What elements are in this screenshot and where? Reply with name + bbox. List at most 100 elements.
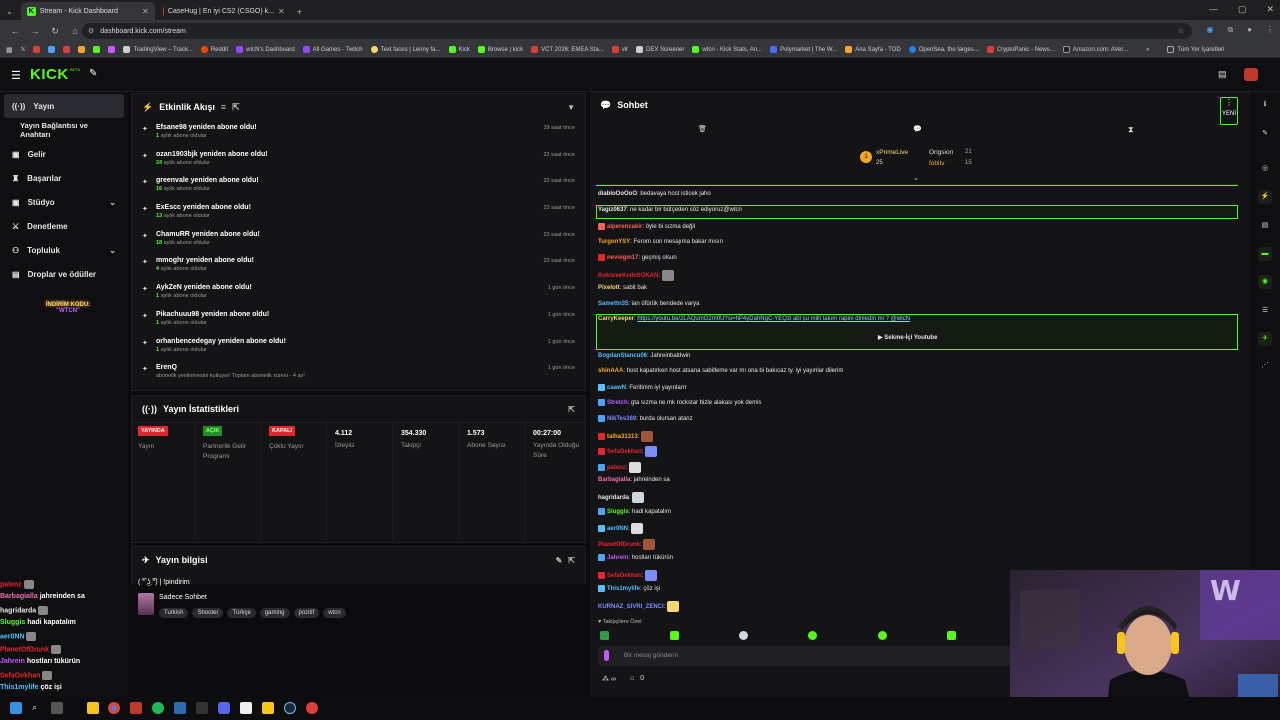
sidebar-item-studio[interactable]: ▣ Stüdyo ⌄	[0, 190, 128, 214]
app-icon[interactable]	[306, 702, 318, 714]
hamburger-menu-icon[interactable]: ☰	[11, 69, 21, 82]
bookmark-browse-kick[interactable]: Browse | kick	[477, 46, 523, 53]
chat-message[interactable]: Pixelott: sabit bak	[598, 285, 647, 291]
minimize-icon[interactable]: —	[1209, 4, 1218, 15]
expand-leaderboard-icon[interactable]: ⌄	[913, 174, 919, 182]
emote-icon[interactable]	[947, 631, 956, 640]
chat-options-button[interactable]: ⋮ YENİ	[1220, 97, 1238, 125]
address-bar[interactable]: ⚙ dashboard.kick.com/stream ☆	[82, 23, 1192, 39]
chat-mode-icon[interactable]: 💬	[913, 125, 922, 133]
bookmark-opensea[interactable]: OpenSea, the larges...	[908, 46, 979, 53]
explorer-icon[interactable]	[87, 702, 99, 714]
chat-message[interactable]: PlanetOfDrunk:	[598, 539, 656, 550]
chat-message[interactable]: palenz:	[598, 462, 642, 473]
chat-message[interactable]: Yagiz0637: ne kadar bir bütçeden söz edi…	[598, 207, 742, 213]
task-view-icon[interactable]	[51, 702, 63, 714]
chat-message[interactable]: SefaOekhan:	[598, 570, 658, 581]
chat-message[interactable]: talha31313:	[598, 431, 654, 442]
share-icon[interactable]: ⋰	[1258, 359, 1272, 373]
info-icon[interactable]: ℹ	[1258, 98, 1272, 112]
site-info-icon[interactable]: ⚙	[88, 27, 94, 35]
edit-icon[interactable]: ✎	[556, 556, 563, 565]
chat-message[interactable]: Samettn35: ian üfürük bendede varya	[598, 301, 699, 307]
bookmark-kickstats[interactable]: wtcn - Kick Stats, An...	[692, 46, 762, 53]
chat-message[interactable]: diabloOoOoO: bedavaya host isticek jaho	[598, 191, 711, 197]
bank-icon[interactable]: ⌂	[630, 675, 634, 683]
chrome-icon[interactable]	[108, 702, 120, 714]
reload-icon[interactable]: ↻	[50, 26, 60, 37]
apps-grid-icon[interactable]: ▦	[6, 46, 13, 54]
rocket-icon[interactable]: ✈	[1258, 332, 1272, 346]
spotify-icon[interactable]	[152, 702, 164, 714]
bookmark-amazon[interactable]: Amazon.com: AVer...	[1062, 46, 1128, 53]
emote-icon[interactable]	[670, 631, 679, 640]
bolt-icon[interactable]: ⚡	[1258, 190, 1272, 204]
activity-event[interactable]: ✦ Pikachuuu98 yeniden abone oldu! 1 aylık …	[132, 307, 585, 334]
discord-icon[interactable]	[218, 702, 230, 714]
tag-chip[interactable]: Türkçe	[227, 608, 256, 618]
app-icon[interactable]	[262, 702, 274, 714]
app-icon[interactable]	[240, 702, 252, 714]
chat-message[interactable]: BogdanStancu06: Jahreinbaldwin	[598, 353, 690, 359]
activity-event[interactable]: ✦ AykZeN yeniden abone oldu! 1 aylık abone…	[132, 280, 585, 307]
camera-icon[interactable]: ◎	[1258, 162, 1272, 176]
tab-casehug[interactable]: CaseHug | En iyi CS2 (CSGO) k... ✕	[157, 2, 291, 20]
chat-message[interactable]: alperencakir: öyle bi sızma değil	[598, 223, 695, 230]
bookmark-kick[interactable]: Kick	[448, 46, 470, 53]
activity-event[interactable]: ✦ Efsane98 yeniden abone oldu! 1 aylık abo…	[132, 120, 585, 147]
sidebar-item-revenue[interactable]: ▣ Gelir	[0, 142, 128, 166]
activity-event[interactable]: ✦ ozan1903bjk yeniden abone oldu! 24 aylık…	[132, 147, 585, 174]
bookmark-icon[interactable]	[63, 46, 71, 53]
steam-icon[interactable]	[284, 702, 296, 714]
extensions-icon[interactable]: ⧉	[1227, 25, 1233, 35]
bookmark-cryptopanic[interactable]: CryptoPanic - News...	[986, 46, 1055, 53]
activity-event[interactable]: ✦ ExEscc yeniden abone oldu! 13 aylık abon…	[132, 200, 585, 227]
bookmark-icon[interactable]	[33, 46, 41, 53]
app-icon[interactable]	[174, 702, 186, 714]
chat-message[interactable]: Barbagialla: jahreinden sa	[598, 477, 670, 483]
emote-icon[interactable]	[808, 631, 817, 640]
profile-avatar[interactable]: ●	[1247, 25, 1252, 35]
activity-event[interactable]: ✦ ChamuRR yeniden abone oldu! 18 aylık abo…	[132, 227, 585, 254]
bookmark-lenny[interactable]: Text faces | Lenny fa...	[370, 46, 441, 53]
pin-icon[interactable]: ✎	[89, 68, 97, 79]
sidebar-item-achievements[interactable]: ♜ Başarılar	[0, 166, 128, 190]
bookmark-polymarket[interactable]: Polymarket | The W...	[770, 46, 837, 53]
home-icon[interactable]: ⌂	[70, 26, 80, 36]
sidebar-item-community[interactable]: ⚇ Topluluk ⌄	[0, 238, 128, 262]
bookmark-vlr[interactable]: vlr	[611, 46, 628, 53]
forward-icon[interactable]: →	[30, 26, 40, 36]
start-icon[interactable]	[10, 702, 22, 714]
bookmark-icon[interactable]	[48, 46, 56, 53]
filter-icon[interactable]: ≡	[221, 102, 226, 112]
tab-close-icon[interactable]: ✕	[278, 7, 285, 16]
document-icon[interactable]: ▤	[1258, 219, 1272, 233]
chat-message[interactable]: CarryKeeper: https://youtu.be/2LAQumG2m0…	[598, 316, 910, 322]
popout-icon[interactable]: ⇱	[568, 405, 575, 414]
chat-message[interactable]: KokoreeKedeSOKAN:	[598, 270, 674, 281]
app-icon[interactable]	[196, 702, 208, 714]
bookmark-vct[interactable]: VCT 2026: EMEA Sta...	[531, 46, 604, 53]
kick-logo[interactable]: KICK	[30, 66, 69, 83]
activity-event[interactable]: ✦ greenvale yeniden abone oldu! 16 aylık a…	[132, 173, 585, 200]
bookmark-dexscreener[interactable]: DEX Screener	[636, 46, 684, 53]
chat-message[interactable]: Stretch: gta sızma ne mk rockstar bizle …	[598, 399, 761, 406]
bookmarks-overflow-icon[interactable]: »	[1146, 47, 1149, 53]
chat-message[interactable]: KURNAZ_SIVRI_ZENCI:	[598, 601, 680, 612]
sidebar-item-drops[interactable]: ▤ Droplar ve ödüller	[0, 262, 128, 286]
tab-kick-dashboard[interactable]: K Stream - Kick Dashboard ✕	[20, 2, 155, 20]
bookmark-twitch-dashboard[interactable]: wtcN's Dashboard	[236, 46, 295, 53]
tag-chip[interactable]: Shooter	[192, 608, 224, 618]
bookmark-twitch-games[interactable]: All Games - Twitch	[302, 46, 363, 53]
chat-message[interactable]: TurgonYSY: Ferom son mesajıma bakar mısı…	[598, 239, 723, 245]
maximize-icon[interactable]: ▢	[1238, 4, 1247, 15]
hourglass-icon[interactable]: ⧗	[1128, 125, 1134, 135]
chat-bubble-icon[interactable]: ▬	[1258, 247, 1272, 261]
chat-message[interactable]: nevoigm17: geçmiş olsun	[598, 254, 677, 261]
chat-message[interactable]: shinAAA: host kapatırken host atsana sab…	[598, 368, 843, 374]
activity-event[interactable]: ✦ orhanbencedegay yeniden abone oldu! 1 ay…	[132, 334, 585, 361]
chat-message[interactable]: Jahrein: hostları tükürün	[598, 554, 673, 561]
extension-icon[interactable]: ◉	[1206, 25, 1213, 35]
bookmark-star-icon[interactable]: ☆	[1178, 27, 1184, 35]
back-icon[interactable]: ←	[10, 26, 20, 36]
